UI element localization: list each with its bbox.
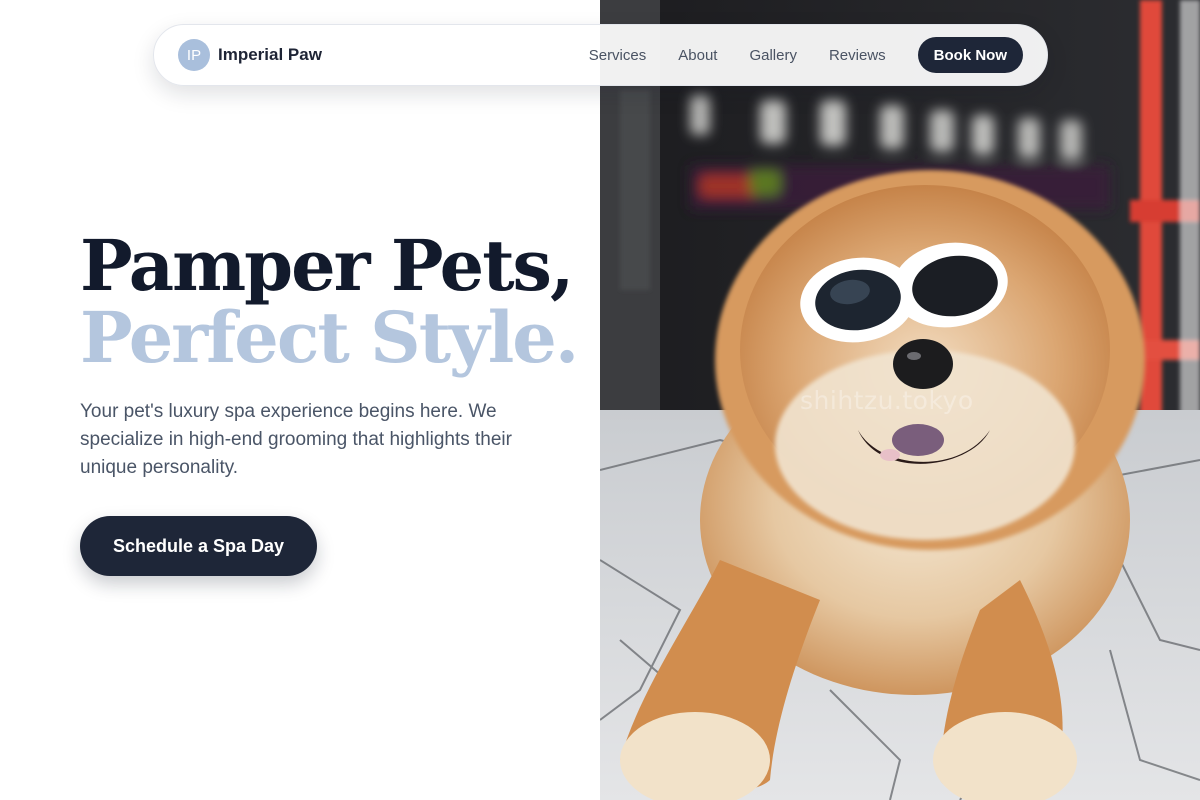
nav-link-reviews[interactable]: Reviews (829, 47, 886, 64)
hero-section: Pamper Pets, Perfect Style. Your pet's l… (80, 230, 580, 576)
hero-description: Your pet's luxury spa experience begins … (80, 401, 512, 478)
brand-name: Imperial Paw (218, 45, 322, 64)
top-navbar: IP Imperial Paw Services About Gallery R… (153, 24, 1048, 86)
hero-photo: shihtzu.tokyo (600, 0, 1200, 800)
photo-watermark: shihtzu.tokyo (800, 386, 974, 415)
nav-link-services[interactable]: Services (589, 47, 647, 64)
schedule-spa-day-button[interactable]: Schedule a Spa Day (80, 516, 317, 576)
hero-headline: Pamper Pets, Perfect Style. (80, 230, 580, 374)
brand-logo[interactable]: IP Imperial Paw (178, 39, 322, 71)
book-now-button[interactable]: Book Now (917, 37, 1023, 73)
headline-line-2: Perfect Style. (80, 296, 579, 379)
headline-line-1: Pamper Pets, (80, 224, 574, 307)
brand-badge-icon: IP (178, 39, 210, 71)
nav-link-gallery[interactable]: Gallery (749, 47, 797, 64)
nav-links: Services About Gallery Reviews Book Now (589, 37, 1047, 73)
nav-link-about[interactable]: About (678, 47, 717, 64)
